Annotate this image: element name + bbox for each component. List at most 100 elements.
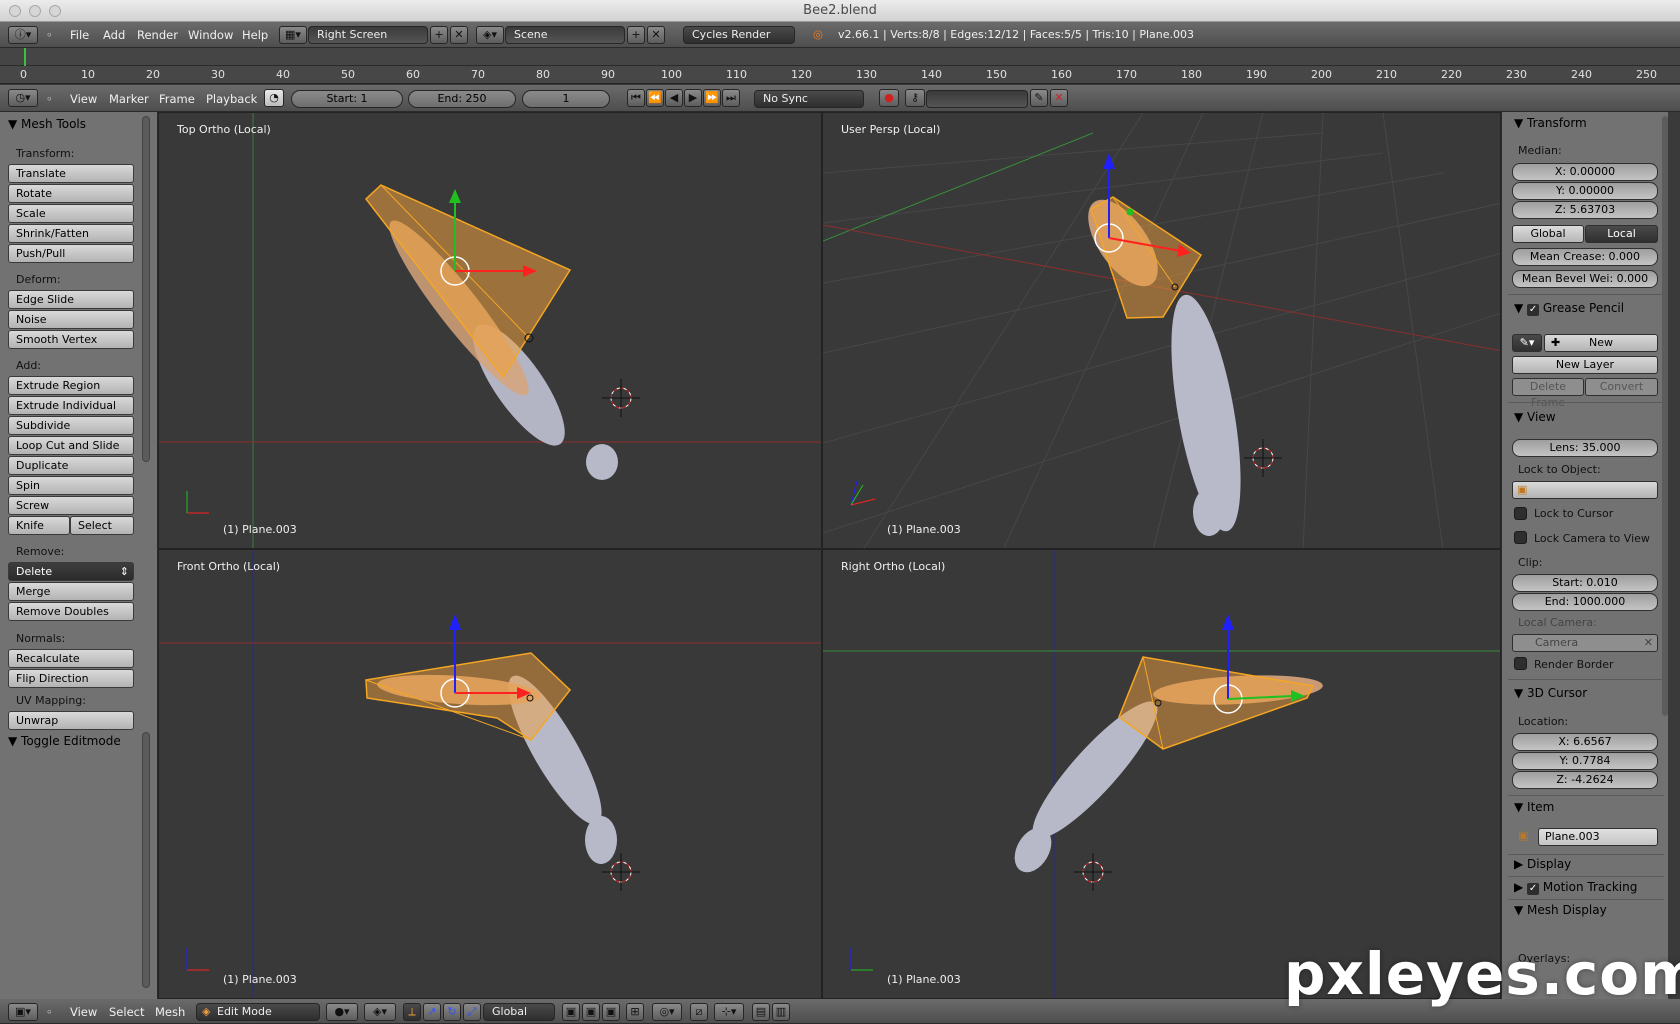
clip-start-field[interactable]: Start: 0.010 [1512, 574, 1658, 592]
spin-button[interactable]: Spin [8, 476, 134, 495]
item-name-field[interactable]: Plane.003 [1538, 828, 1658, 846]
median-y-field[interactable]: Y: 0.00000 [1512, 182, 1658, 200]
translate-manipulator-icon[interactable]: ↗ [423, 1003, 441, 1021]
render-animation-icon[interactable]: ▥ [772, 1003, 790, 1021]
jump-keyframe-back-icon[interactable]: ⏪ [646, 89, 664, 107]
transform-panel-header[interactable]: ▼ Transform [1514, 116, 1587, 130]
jump-start-icon[interactable]: ⏮ [627, 89, 645, 107]
view-panel-header[interactable]: ▼ View [1514, 410, 1556, 424]
snap-element-icon[interactable]: ⊹▾ [714, 1003, 744, 1021]
item-panel-header[interactable]: ▼ Item [1514, 800, 1554, 814]
noise-button[interactable]: Noise [8, 310, 134, 329]
scale-manipulator-icon[interactable]: ⤢ [463, 1003, 481, 1021]
delete-keyframe-icon[interactable]: ✕ [1050, 89, 1068, 107]
remove-doubles-button[interactable]: Remove Doubles [8, 602, 134, 621]
layer-icon[interactable]: ▣ [582, 1003, 600, 1021]
insert-keyframe-icon[interactable]: ✎ [1030, 89, 1048, 107]
occlude-geometry-icon[interactable]: ⊞ [626, 1003, 644, 1021]
tool-shelf-scrollbar-lower[interactable] [142, 732, 150, 988]
edge-slide-button[interactable]: Edge Slide [8, 290, 134, 309]
cursor-x-field[interactable]: X: 6.6567 [1512, 733, 1658, 751]
manipulator-toggle-icon[interactable]: ⟂ [403, 1003, 421, 1021]
pencil-icon[interactable]: ✎▾ [1512, 334, 1542, 352]
properties-scrollbar[interactable] [1662, 116, 1668, 716]
viewport-right-ortho[interactable]: Right Ortho (Local) (1) Plane.003 [822, 549, 1501, 999]
cursor-y-field[interactable]: Y: 0.7784 [1512, 752, 1658, 770]
editor-type-timeline-icon[interactable]: ◷▾ [8, 89, 38, 107]
rotate-manipulator-icon[interactable]: ↻ [443, 1003, 461, 1021]
motion-tracking-checkbox[interactable]: ✓ [1527, 883, 1540, 895]
menu-help[interactable]: Help [242, 28, 268, 42]
editor-type-3dview-icon[interactable]: ▣▾ [8, 1003, 38, 1021]
mesh-tools-header[interactable]: ▼ Mesh Tools [8, 117, 86, 131]
keying-set-field[interactable] [926, 90, 1028, 108]
flip-direction-button[interactable]: Flip Direction [8, 669, 134, 688]
3d-cursor-header[interactable]: ▼ 3D Cursor [1514, 686, 1587, 700]
delete-menu-button[interactable]: Delete ⇕ [8, 562, 134, 581]
tool-shelf-scrollbar[interactable] [142, 116, 150, 462]
menu-window[interactable]: Window [188, 28, 233, 42]
menu-add[interactable]: Add [103, 28, 125, 42]
add-scene-icon[interactable]: + [627, 26, 645, 44]
3dview-menu-mesh[interactable]: Mesh [155, 1005, 185, 1019]
scene-select-field[interactable]: Scene [505, 26, 625, 44]
recalculate-button[interactable]: Recalculate [8, 649, 134, 668]
screen-layout-icon[interactable]: ▦▾ [279, 26, 307, 44]
clear-icon[interactable]: ✕ [1644, 635, 1653, 651]
mean-bevel-field[interactable]: Mean Bevel Wei: 0.000 [1512, 270, 1658, 288]
extrude-region-button[interactable]: Extrude Region [8, 376, 134, 395]
scene-icon[interactable]: ◈▾ [476, 26, 504, 44]
delete-screen-icon[interactable]: ✕ [450, 26, 468, 44]
render-preview-icon[interactable]: ▤ [752, 1003, 770, 1021]
scale-button[interactable]: Scale [8, 204, 134, 223]
push-pull-button[interactable]: Push/Pull [8, 244, 134, 263]
add-screen-icon[interactable]: + [430, 26, 448, 44]
layer-icon[interactable]: ▣ [602, 1003, 620, 1021]
lock-object-field[interactable]: ▣ [1512, 481, 1658, 499]
menu-render[interactable]: Render [137, 28, 178, 42]
timeline-menu-playback[interactable]: Playback [206, 92, 257, 106]
jump-end-icon[interactable]: ⏭ [722, 89, 740, 107]
current-frame-marker[interactable] [24, 48, 26, 66]
collapse-icon[interactable]: ◦ [46, 92, 53, 106]
convert-button[interactable]: Convert [1585, 378, 1658, 396]
snap-toggle-icon[interactable]: ⧄ [690, 1003, 708, 1021]
3dview-menu-view[interactable]: View [70, 1005, 97, 1019]
mode-select[interactable]: ◈ Edit Mode [196, 1003, 320, 1021]
screw-button[interactable]: Screw [8, 496, 134, 515]
mesh-display-header[interactable]: ▼ Mesh Display [1514, 903, 1607, 917]
translate-button[interactable]: Translate [8, 164, 134, 183]
global-toggle[interactable]: Global [1512, 225, 1584, 243]
pivot-point-icon[interactable]: ◈▾ [364, 1003, 396, 1021]
delete-scene-icon[interactable]: ✕ [647, 26, 665, 44]
timeline-menu-view[interactable]: View [70, 92, 97, 106]
render-engine-select[interactable]: Cycles Render [683, 26, 795, 44]
current-frame-field[interactable]: 1 [522, 90, 610, 108]
orientation-select[interactable]: Global [483, 1003, 555, 1021]
loop-cut-button[interactable]: Loop Cut and Slide [8, 436, 134, 455]
collapse-icon[interactable]: ◦ [46, 28, 53, 42]
viewport-shading-icon[interactable]: ●▾ [326, 1003, 358, 1021]
clip-end-field[interactable]: End: 1000.000 [1512, 593, 1658, 611]
grease-pencil-header[interactable]: ▼ ✓ Grease Pencil [1514, 301, 1624, 316]
extrude-individual-button[interactable]: Extrude Individual [8, 396, 134, 415]
viewport-top-ortho[interactable]: Top Ortho (Local) (1) Plane.003 [158, 112, 822, 549]
render-border-checkbox[interactable] [1514, 657, 1527, 670]
3dview-menu-select[interactable]: Select [109, 1005, 144, 1019]
mean-crease-field[interactable]: Mean Crease: 0.000 [1512, 248, 1658, 266]
jump-keyframe-forward-icon[interactable]: ⏩ [703, 89, 721, 107]
knife-select-button[interactable]: Select [70, 516, 134, 535]
shrink-fatten-button[interactable]: Shrink/Fatten [8, 224, 134, 243]
merge-button[interactable]: Merge [8, 582, 134, 601]
lock-camera-checkbox[interactable] [1514, 531, 1527, 544]
display-panel-header[interactable]: ▶ Display [1514, 857, 1571, 871]
screen-select-field[interactable]: Right Screen [308, 26, 428, 44]
toggle-editmode-header[interactable]: ▼ Toggle Editmode [8, 734, 121, 748]
timeline-menu-frame[interactable]: Frame [159, 92, 195, 106]
collapse-icon[interactable]: ◦ [46, 1005, 53, 1019]
menu-file[interactable]: File [70, 28, 89, 42]
viewport-user-persp[interactable]: User Persp (Local) (1) Plane.003 [822, 112, 1501, 549]
lens-field[interactable]: Lens: 35.000 [1512, 439, 1658, 457]
grease-pencil-checkbox[interactable]: ✓ [1527, 304, 1540, 316]
grease-new-button[interactable]: ✚ New [1544, 334, 1658, 352]
